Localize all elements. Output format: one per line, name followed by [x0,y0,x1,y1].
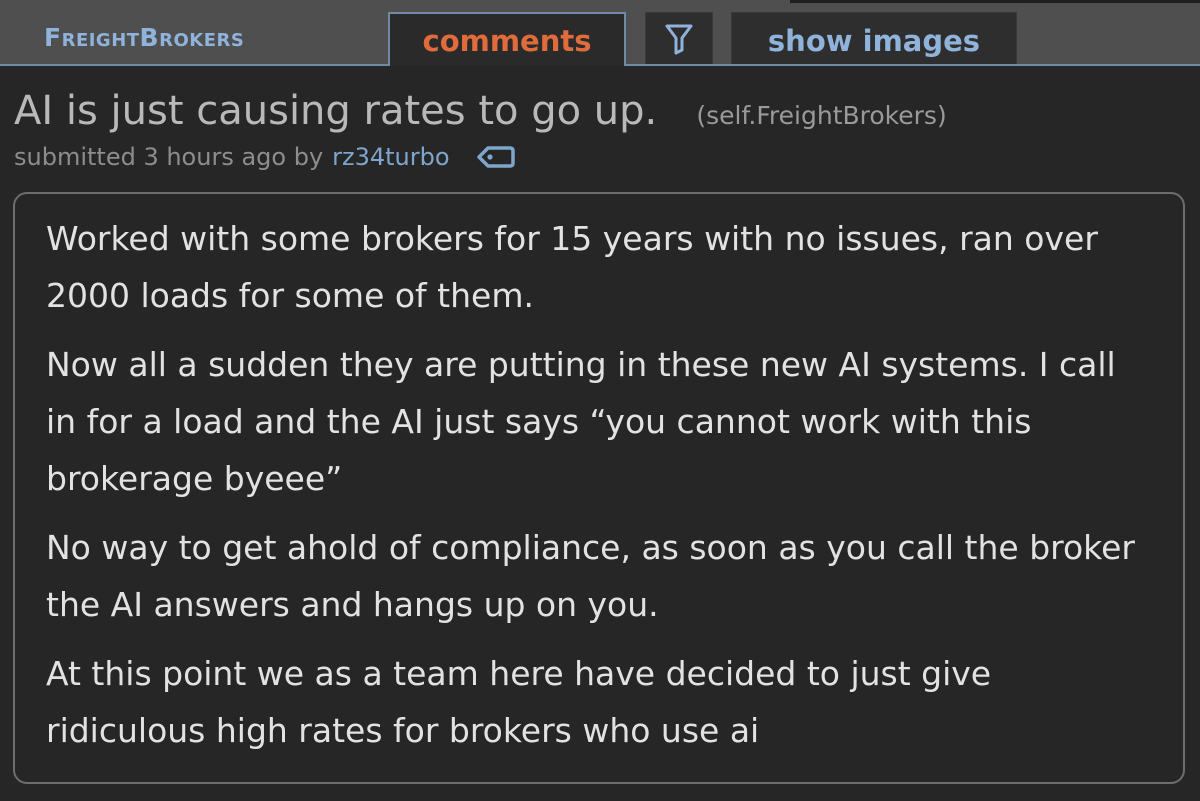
post-paragraph: At this point we as a team here have dec… [46,654,992,750]
tab-comments[interactable]: comments [388,12,626,66]
subreddit-name-link[interactable]: FreightBrokers [44,16,244,60]
subreddit-header: FreightBrokers comments show images [0,0,1200,66]
filter-button[interactable] [645,12,713,64]
post-paragraph: Now all a sudden they are putting in the… [46,345,1116,498]
post-body: Worked with some brokers for 15 years wi… [13,192,1185,784]
post-paragraph: No way to get ahold of compliance, as so… [46,528,1135,624]
header-divider [790,0,1200,3]
submitted-text: submitted 3 hours ago by [14,143,324,171]
funnel-icon [665,24,693,54]
post-title-row: AI is just causing rates to go up. (self… [14,88,947,134]
post-domain[interactable]: (self.FreightBrokers) [696,101,946,130]
show-images-button[interactable]: show images [731,12,1017,64]
post-title[interactable]: AI is just causing rates to go up. [14,88,657,134]
author-link[interactable]: rz34turbo [332,143,449,171]
tag-icon[interactable] [476,144,516,170]
post-tagline: submitted 3 hours ago by rz34turbo [14,143,516,171]
post-paragraph: Worked with some brokers for 15 years wi… [46,219,1098,315]
